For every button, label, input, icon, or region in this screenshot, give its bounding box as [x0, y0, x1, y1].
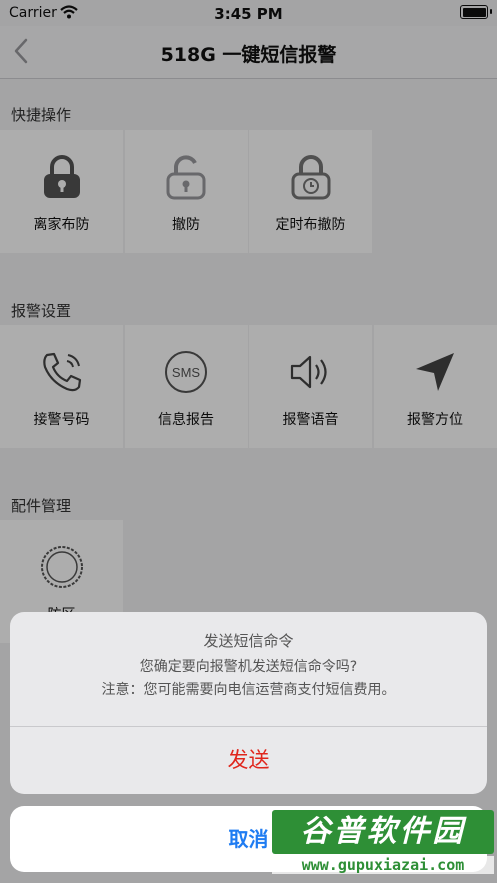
watermark-logo-text: 谷普软件园	[272, 810, 494, 854]
alert-message-line2: 注意：您可能需要向电信运营商支付短信费用。	[101, 682, 396, 698]
alert-message-line1: 您确定要向报警机发送短信命令吗?	[139, 659, 358, 675]
alert-title: 发送短信命令	[203, 632, 294, 650]
send-sms-alert: 发送短信命令 您确定要向报警机发送短信命令吗? 注意：您可能需要向电信运营商支付…	[10, 612, 487, 794]
send-button[interactable]: 发送	[10, 727, 487, 794]
watermark-url: www.gupuxiazai.com	[272, 856, 494, 874]
site-watermark: 谷普软件园 www.gupuxiazai.com	[272, 810, 494, 880]
